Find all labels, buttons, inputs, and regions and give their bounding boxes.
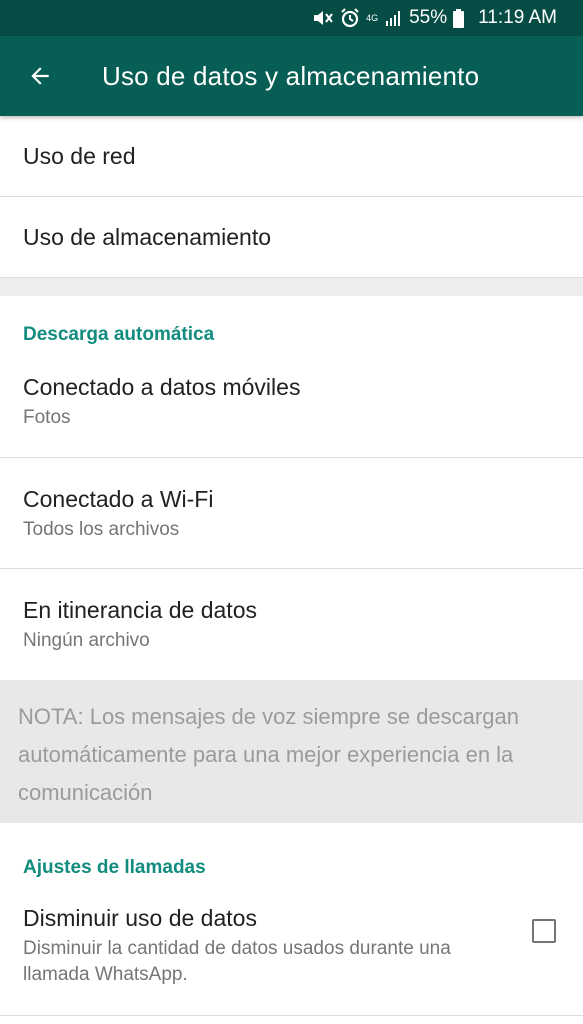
alarm-icon: [340, 8, 360, 28]
low-data-checkbox[interactable]: [532, 919, 556, 943]
wifi-item[interactable]: Conectado a Wi-Fi Todos los archivos: [0, 458, 583, 569]
roaming-item[interactable]: En itinerancia de datos Ningún archivo: [0, 569, 583, 680]
roaming-title: En itinerancia de datos: [23, 597, 257, 623]
low-data-title: Disminuir uso de datos: [23, 905, 257, 931]
call-settings-header-wrap: Ajustes de llamadas: [0, 823, 583, 879]
roaming-value: Ningún archivo: [23, 630, 150, 651]
signal-icon: [385, 10, 403, 26]
back-button[interactable]: [0, 36, 80, 116]
section-divider: [0, 278, 583, 296]
low-data-description: Disminuir la cantidad de datos usados du…: [23, 938, 451, 985]
network-type-label: 4G: [366, 12, 379, 23]
settings-list: Uso de red Uso de almacenamiento Descarg…: [0, 116, 583, 1016]
network-usage-item[interactable]: Uso de red: [0, 116, 583, 197]
page-title: Uso de datos y almacenamiento: [102, 60, 480, 91]
battery-icon: [453, 8, 465, 28]
clock: 11:19 AM: [478, 7, 557, 28]
low-data-item[interactable]: Disminuir uso de datos Disminuir la cant…: [0, 879, 583, 1016]
mute-icon: [312, 9, 334, 27]
app-bar: Uso de datos y almacenamiento: [0, 36, 583, 116]
storage-usage-item[interactable]: Uso de almacenamiento: [0, 197, 583, 278]
network-usage-label: Uso de red: [23, 142, 136, 169]
status-bar: 4G 55% 11:19 AM: [0, 0, 583, 36]
wifi-title: Conectado a Wi-Fi: [23, 485, 214, 512]
battery-percent: 55%: [409, 7, 448, 28]
storage-usage-label: Uso de almacenamiento: [23, 223, 272, 250]
mobile-data-title: Conectado a datos móviles: [23, 374, 301, 400]
call-settings-header: Ajustes de llamadas: [23, 857, 206, 878]
arrow-left-icon: [31, 67, 49, 85]
mobile-data-item[interactable]: Conectado a datos móviles Fotos: [0, 346, 583, 458]
wifi-value: Todos los archivos: [23, 518, 180, 540]
auto-download-header: Descarga automática: [23, 324, 215, 345]
voice-note-info: NOTA: Los mensajes de voz siempre se des…: [0, 680, 583, 823]
mobile-data-value: Fotos: [23, 407, 71, 428]
auto-download-header-wrap: Descarga automática: [0, 296, 583, 346]
